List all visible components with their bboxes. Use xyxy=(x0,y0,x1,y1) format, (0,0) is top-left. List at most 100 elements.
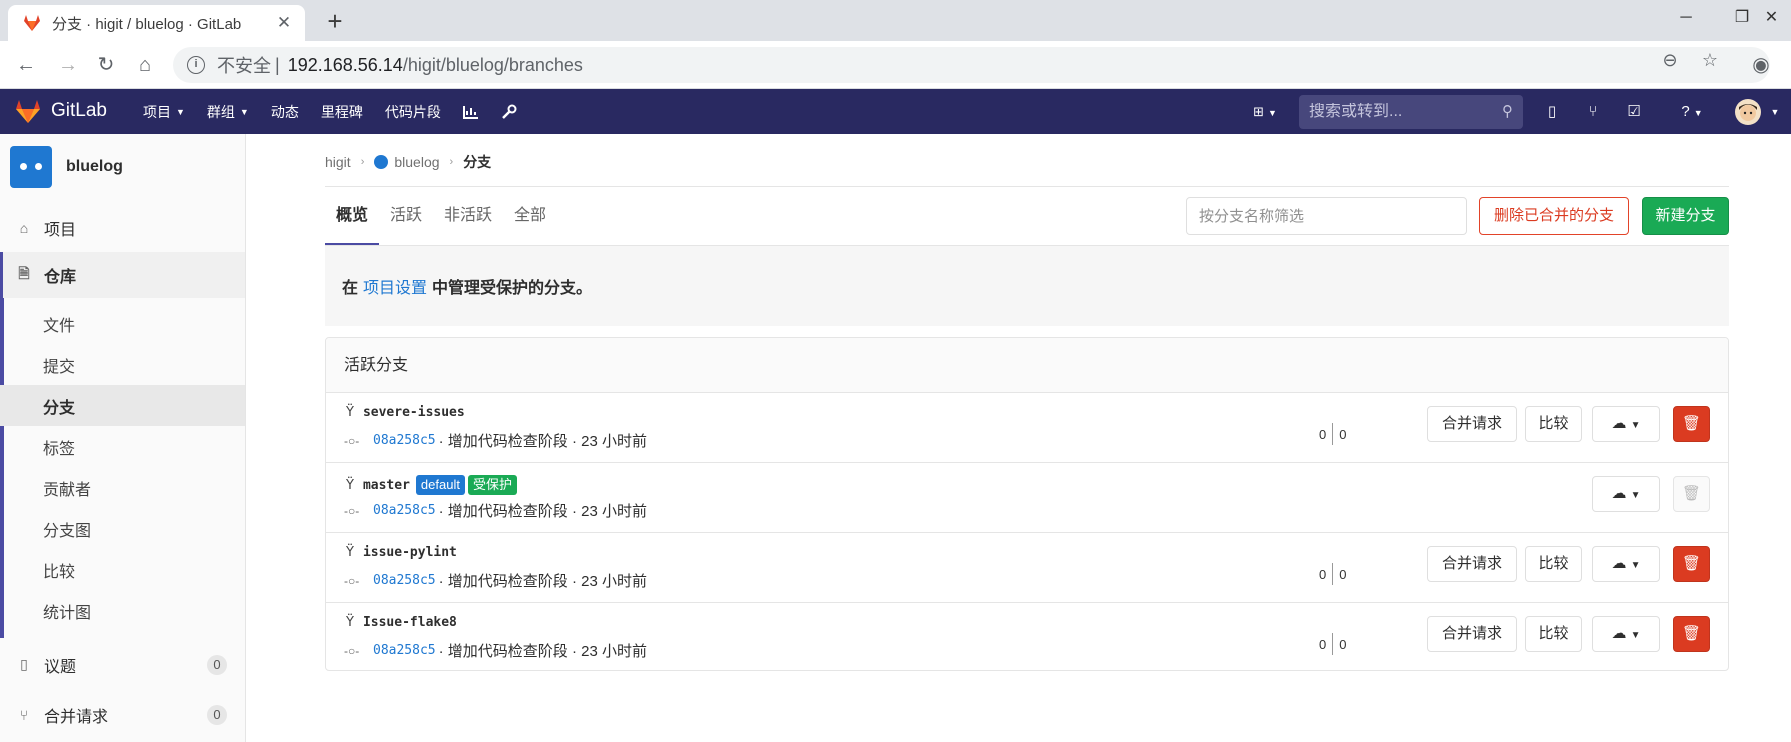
merge-request-button[interactable]: 合并请求 xyxy=(1427,546,1517,582)
close-tab-icon[interactable]: ✕ xyxy=(275,14,293,32)
compare-button[interactable]: 比较 xyxy=(1525,406,1582,442)
commit-sha[interactable]: 08a258c5 xyxy=(373,503,436,518)
sidebar-sub-branches[interactable]: 分支 xyxy=(0,385,245,426)
sidebar-sub-charts[interactable]: 统计图 xyxy=(0,590,245,631)
branch-name[interactable]: Ÿ Issue-flake8 xyxy=(346,615,457,630)
merge-requests-icon[interactable]: ⑂ xyxy=(1581,100,1605,124)
chevron-down-icon[interactable]: ▼ xyxy=(1763,100,1787,124)
tab-overview[interactable]: 概览 xyxy=(325,187,380,245)
minimize-icon[interactable]: ─ xyxy=(1661,0,1711,36)
help-dropdown[interactable]: ? ▼ xyxy=(1672,100,1712,124)
nav-projects[interactable]: 项目 ▼ xyxy=(143,102,185,122)
compare-button[interactable]: 比较 xyxy=(1525,546,1582,582)
gitlab-logo-icon xyxy=(16,100,40,123)
breadcrumb: higit › bluelog › 分支 xyxy=(325,152,491,172)
back-icon[interactable]: ← xyxy=(14,53,38,77)
branch-name[interactable]: Ÿ master default 受保护 xyxy=(346,475,517,495)
branch-icon: Ÿ xyxy=(346,405,354,420)
zoom-icon[interactable]: ⊖ xyxy=(1659,49,1681,71)
project-settings-link[interactable]: 项目设置 xyxy=(363,274,427,298)
sidebar-sub-tags[interactable]: 标签 xyxy=(0,426,245,467)
branch-filter-input[interactable] xyxy=(1186,197,1467,235)
branch-name[interactable]: Ÿ severe-issues xyxy=(346,405,465,420)
sidebar-project-header[interactable]: bluelog xyxy=(10,146,123,188)
protected-badge: 受保护 xyxy=(467,475,517,495)
info-icon[interactable]: i xyxy=(187,56,205,74)
chevron-down-icon: ▼ xyxy=(1630,560,1641,571)
chevron-down-icon: ▼ xyxy=(1267,108,1277,118)
tab-all[interactable]: 全部 xyxy=(503,187,557,245)
todos-icon[interactable]: ☑ xyxy=(1622,100,1646,124)
sidebar-sub-commits[interactable]: 提交 xyxy=(0,344,245,385)
nav-snippets[interactable]: 代码片段 xyxy=(385,102,441,122)
download-cloud-icon: ☁ xyxy=(1611,555,1627,572)
address-bar[interactable]: i 不安全 | 192.168.56.14 /higit/bluelog/bra… xyxy=(173,47,1770,83)
delete-branch-button[interactable]: 🗑 xyxy=(1673,616,1710,652)
forward-icon[interactable]: → xyxy=(56,53,80,77)
delete-branch-button[interactable]: 🗑 xyxy=(1673,406,1710,442)
bookmark-star-icon[interactable]: ☆ xyxy=(1699,49,1721,71)
home-icon[interactable]: ⌂ xyxy=(133,53,157,77)
merge-request-icon: ⑂ xyxy=(19,706,29,723)
sidebar-item-repository[interactable]: 🗎 仓库 xyxy=(0,252,245,298)
download-dropdown[interactable]: ☁ ▼ xyxy=(1592,406,1660,442)
breadcrumb-project[interactable]: bluelog xyxy=(394,154,439,170)
new-tab-icon[interactable]: + xyxy=(320,8,350,36)
merge-request-button[interactable]: 合并请求 xyxy=(1427,406,1517,442)
sidebar-sub-graph[interactable]: 分支图 xyxy=(0,508,245,549)
global-search[interactable]: ⚲ xyxy=(1299,95,1523,129)
branch-row: Ÿ Issue-flake8 -○- 08a258c5 · 增加代码检查阶段 ·… xyxy=(326,603,1728,673)
branch-name[interactable]: Ÿ issue-pylint xyxy=(346,545,457,560)
user-avatar[interactable] xyxy=(1735,99,1761,125)
active-branches-panel: 活跃分支 Ÿ severe-issues -○- 08a258c5 · 增加代码… xyxy=(325,337,1729,671)
reload-icon[interactable]: ↻ xyxy=(94,53,118,77)
ahead-count: 0 xyxy=(1339,636,1347,652)
download-dropdown[interactable]: ☁ ▼ xyxy=(1592,546,1660,582)
breadcrumb-group[interactable]: higit xyxy=(325,154,351,170)
browser-tab[interactable]: 分支 · higit / bluelog · GitLab ✕ xyxy=(8,5,305,41)
tab-active[interactable]: 活跃 xyxy=(379,187,433,245)
chart-icon[interactable] xyxy=(462,105,479,119)
sidebar-sub-files[interactable]: 文件 xyxy=(0,303,245,344)
profile-icon[interactable]: ◉ xyxy=(1749,53,1773,77)
tab-stale[interactable]: 非活跃 xyxy=(433,187,503,245)
merge-request-button[interactable]: 合并请求 xyxy=(1427,616,1517,652)
url-separator: | xyxy=(275,54,280,75)
new-item-dropdown[interactable]: ⊞ ▼ xyxy=(1245,100,1285,124)
behind-count: 0 xyxy=(1319,426,1327,442)
issues-icon[interactable]: ▯ xyxy=(1540,100,1564,124)
sidebar-sub-compare[interactable]: 比较 xyxy=(0,549,245,590)
project-avatar xyxy=(10,146,52,188)
search-input[interactable] xyxy=(1309,103,1489,121)
download-dropdown[interactable]: ☁ ▼ xyxy=(1592,616,1660,652)
commit-sha[interactable]: 08a258c5 xyxy=(373,573,436,588)
commit-sha[interactable]: 08a258c5 xyxy=(373,433,436,448)
branch-name-text: master xyxy=(362,477,410,493)
delete-branch-button[interactable]: 🗑 xyxy=(1673,546,1710,582)
breadcrumb-current[interactable]: 分支 xyxy=(463,152,491,172)
admin-wrench-icon[interactable] xyxy=(501,104,517,120)
branch-row: Ÿ issue-pylint -○- 08a258c5 · 增加代码检查阶段 ·… xyxy=(326,533,1728,603)
sidebar-item-merge-requests[interactable]: ⑂ 合并请求 0 xyxy=(0,694,245,735)
nav-milestones[interactable]: 里程碑 xyxy=(321,102,363,122)
sidebar-item-project[interactable]: ⌂ 项目 xyxy=(0,207,245,248)
branch-name-text: severe-issues xyxy=(362,405,465,420)
delete-merged-branches-button[interactable]: 删除已合并的分支 xyxy=(1479,197,1629,235)
window-close-icon[interactable]: ✕ xyxy=(1752,0,1791,36)
sidebar-item-issues[interactable]: ▯ 议题 0 xyxy=(0,644,245,685)
sidebar-sub-contributors[interactable]: 贡献者 xyxy=(0,467,245,508)
new-branch-button[interactable]: 新建分支 xyxy=(1642,197,1729,235)
download-dropdown[interactable]: ☁ ▼ xyxy=(1592,476,1660,512)
compare-button[interactable]: 比较 xyxy=(1525,616,1582,652)
behind-count: 0 xyxy=(1319,566,1327,582)
gitlab-home-link[interactable]: GitLab xyxy=(14,98,107,124)
download-cloud-icon: ☁ xyxy=(1611,485,1627,502)
download-cloud-icon: ☁ xyxy=(1611,625,1627,642)
nav-groups[interactable]: 群组 ▼ xyxy=(207,102,249,122)
nav-activity[interactable]: 动态 xyxy=(271,102,299,122)
browser-tab-title: 分支 · higit / bluelog · GitLab xyxy=(52,15,242,33)
trash-icon: 🗑 xyxy=(1681,485,1702,502)
sidebar-item-label: 合并请求 xyxy=(44,708,109,726)
commit-sha[interactable]: 08a258c5 xyxy=(373,643,436,658)
issues-count-badge: 0 xyxy=(207,654,227,675)
